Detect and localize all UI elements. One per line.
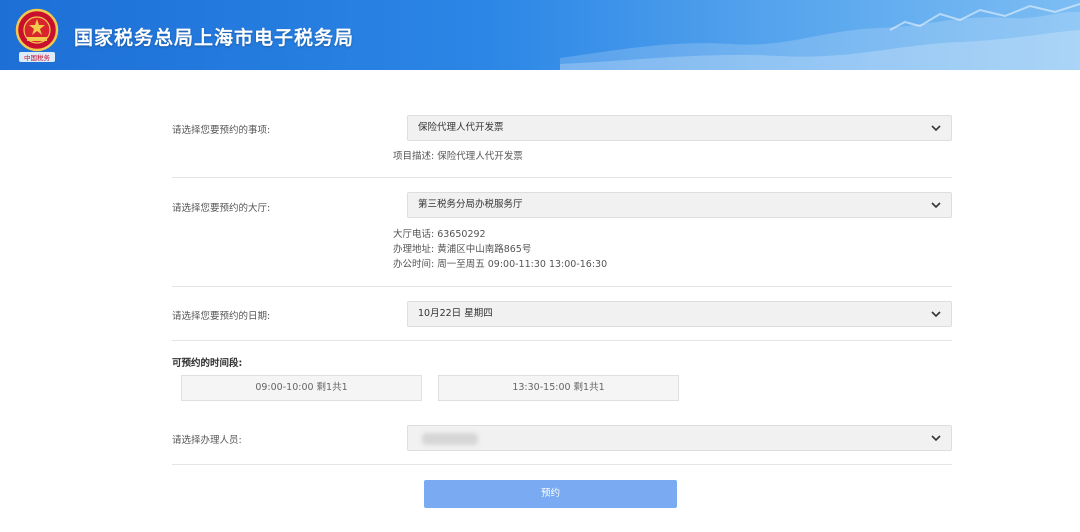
chevron-down-icon	[931, 435, 941, 442]
chevron-down-icon	[931, 202, 941, 209]
matter-label: 请选择您要预约的事项:	[172, 125, 271, 136]
matter-selected-value: 保险代理人代开发票	[418, 122, 504, 133]
divider	[172, 286, 952, 287]
submit-appointment-button[interactable]: 预约	[424, 480, 677, 508]
hall-selected-value: 第三税务分局办税服务厅	[418, 199, 523, 210]
matter-select[interactable]: 保险代理人代开发票	[407, 115, 952, 141]
date-selected-value: 10月22日 星期四	[418, 308, 493, 319]
tax-emblem-icon: 中国税务	[15, 8, 59, 62]
divider	[172, 177, 952, 178]
chevron-down-icon	[931, 125, 941, 132]
emblem-caption: 中国税务	[24, 53, 51, 62]
staff-select[interactable]	[407, 425, 952, 451]
hall-phone: 大厅电话: 63650292	[393, 229, 486, 240]
hall-info: 大厅电话: 63650292 办理地址: 黄浦区中山南路865号 办公时间: 周…	[393, 227, 607, 272]
great-wall-background	[560, 3, 1080, 70]
slots-title: 可预约的时间段:	[172, 358, 243, 369]
time-slot-button[interactable]: 13:30-15:00 剩1共1	[438, 375, 679, 401]
hall-address: 办理地址: 黄浦区中山南路865号	[393, 244, 532, 255]
site-header: 中国税务 国家税务总局上海市电子税务局	[0, 0, 1080, 70]
matter-description: 项目描述: 保险代理人代开发票	[393, 151, 523, 162]
site-title: 国家税务总局上海市电子税务局	[74, 27, 355, 49]
hall-select[interactable]: 第三税务分局办税服务厅	[407, 192, 952, 218]
staff-label: 请选择办理人员:	[172, 435, 242, 446]
date-label: 请选择您要预约的日期:	[172, 311, 271, 322]
divider	[172, 340, 952, 341]
redacted-name	[422, 433, 478, 445]
hall-label: 请选择您要预约的大厅:	[172, 203, 271, 214]
date-select[interactable]: 10月22日 星期四	[407, 301, 952, 327]
chevron-down-icon	[931, 311, 941, 318]
hall-hours: 办公时间: 周一至周五 09:00-11:30 13:00-16:30	[393, 259, 608, 270]
divider	[172, 464, 952, 465]
time-slot-button[interactable]: 09:00-10:00 剩1共1	[181, 375, 422, 401]
